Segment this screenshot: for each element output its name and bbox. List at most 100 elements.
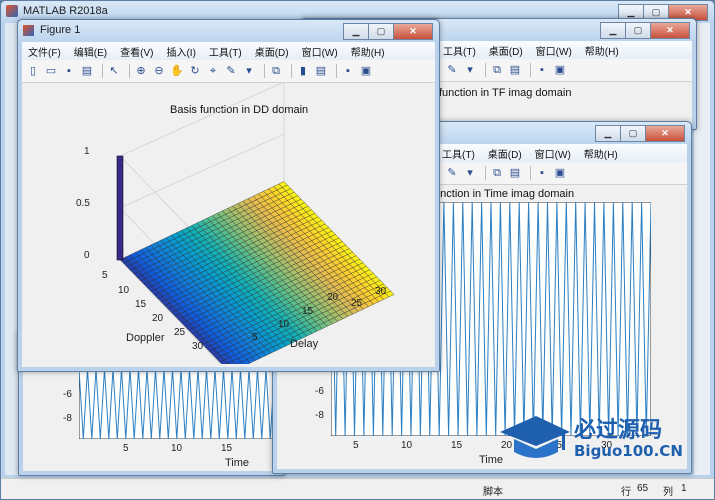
pointer-icon[interactable]: ↖: [107, 64, 121, 78]
menu-tools[interactable]: 工具(T): [209, 44, 242, 59]
figure1-toolbar: ▯ ▭ ▪ ▤ ↖ ⊕ ⊖ ✋ ↻ ⌖ ✎ ▾ ⧉ ▮ ▤ ▪ ▣: [22, 60, 435, 83]
maximize-button[interactable]: ▢: [368, 23, 393, 40]
x-tick: 5: [123, 443, 129, 454]
matlab-app-icon: [6, 5, 18, 17]
col-value: 1: [681, 483, 687, 494]
dock-icon[interactable]: ▣: [359, 64, 373, 78]
watermark-logo: 必过源码 Biguo100.CN: [498, 408, 708, 466]
menu-help[interactable]: 帮助(H): [351, 44, 385, 59]
x-tick: 15: [451, 440, 463, 451]
bottom-left-plot: [79, 369, 283, 439]
separator: [102, 64, 103, 78]
doppler-axis-label: Doppler: [126, 332, 165, 344]
matlab-title: MATLAB R2018a: [23, 5, 108, 17]
figure1-title: Figure 1: [40, 24, 81, 36]
separator: [129, 64, 130, 78]
legend-icon[interactable]: ▤: [508, 63, 522, 77]
colorbar-icon[interactable]: ▮: [296, 64, 310, 78]
legend-icon[interactable]: ▤: [508, 166, 522, 180]
x-tick: 10: [401, 440, 413, 451]
menu-view[interactable]: 查看(V): [120, 44, 153, 59]
hide-tools-icon[interactable]: ▪: [341, 64, 355, 78]
new-figure-icon[interactable]: ▯: [26, 64, 40, 78]
y-tick: -8: [315, 410, 324, 421]
minimize-button[interactable]: ▁: [595, 125, 620, 142]
dock-icon[interactable]: ▣: [553, 63, 567, 77]
delay-axis-label: Delay: [290, 338, 319, 350]
x-axis-label: Time: [225, 457, 250, 469]
open-folder-icon[interactable]: ▭: [44, 64, 58, 78]
doppler-tick: 30: [192, 341, 204, 352]
legend-icon[interactable]: ▤: [314, 64, 328, 78]
close-button[interactable]: ✕: [393, 23, 433, 40]
menu-desktop[interactable]: 桌面(D): [489, 43, 523, 58]
brush-icon[interactable]: ✎: [445, 166, 459, 180]
maximize-button[interactable]: ▢: [620, 125, 645, 142]
z-tick: 0.5: [76, 198, 90, 209]
peak-bar: [116, 155, 124, 261]
hide-tools-icon[interactable]: ▪: [535, 166, 549, 180]
y-tick: -6: [63, 389, 72, 400]
link-icon[interactable]: ⧉: [490, 63, 504, 77]
menu-tools[interactable]: 工具(T): [442, 146, 475, 161]
separator: [336, 64, 337, 78]
menu-window[interactable]: 窗口(W): [535, 146, 571, 161]
print-icon[interactable]: ▤: [80, 64, 94, 78]
doppler-tick: 25: [174, 327, 186, 338]
doppler-tick: 10: [118, 285, 130, 296]
link-icon[interactable]: ⧉: [269, 64, 283, 78]
rotate-icon[interactable]: ↻: [188, 64, 202, 78]
menu-insert[interactable]: 插入(I): [166, 44, 195, 59]
data-cursor-icon[interactable]: ⌖: [206, 64, 220, 78]
watermark-line2: Biguo100.CN: [574, 442, 683, 460]
delay-tick: 15: [302, 306, 314, 317]
close-button[interactable]: ✕: [645, 125, 685, 142]
menu-tools[interactable]: 工具(T): [443, 43, 476, 58]
menu-file[interactable]: 文件(F): [28, 44, 61, 59]
col-label: 列: [663, 487, 673, 498]
z-tick: 1: [84, 146, 90, 157]
doppler-tick: 5: [102, 270, 108, 281]
delay-tick: 25: [351, 298, 363, 309]
matlab-statusbar: 脚本 行 65 列 1: [1, 478, 714, 499]
hide-tools-icon[interactable]: ▪: [535, 63, 549, 77]
zoom-in-icon[interactable]: ⊕: [134, 64, 148, 78]
dropdown-icon[interactable]: ▾: [463, 63, 477, 77]
delay-tick: 10: [278, 319, 290, 330]
menu-edit[interactable]: 编辑(E): [74, 44, 107, 59]
row-label: 行: [621, 487, 631, 498]
menu-help[interactable]: 帮助(H): [585, 43, 619, 58]
figure-icon: [23, 25, 34, 36]
dd-surface-plot: [116, 82, 395, 364]
brush-icon[interactable]: ✎: [224, 64, 238, 78]
save-icon[interactable]: ▪: [62, 64, 76, 78]
plot-title: function in Time imag domain: [431, 188, 575, 200]
figure1-titlebar: Figure 1 ▁ ▢ ✕: [18, 20, 439, 42]
pan-icon[interactable]: ✋: [170, 64, 184, 78]
y-tick: -8: [63, 413, 72, 424]
separator: [485, 166, 486, 180]
minimize-button[interactable]: ▁: [343, 23, 368, 40]
doppler-tick: 20: [152, 313, 164, 324]
x-tick: 10: [171, 443, 183, 454]
zoom-out-icon[interactable]: ⊖: [152, 64, 166, 78]
separator: [530, 166, 531, 180]
script-label: 脚本: [483, 487, 503, 498]
link-icon[interactable]: ⧉: [490, 166, 504, 180]
x-tick: 5: [353, 440, 359, 451]
separator: [264, 64, 265, 78]
dropdown-icon[interactable]: ▾: [242, 64, 256, 78]
minimize-button[interactable]: ▁: [600, 22, 625, 39]
dock-icon[interactable]: ▣: [553, 166, 567, 180]
graduation-cap-icon: [500, 416, 570, 458]
row-value: 65: [637, 483, 649, 494]
maximize-button[interactable]: ▢: [625, 22, 650, 39]
dropdown-icon[interactable]: ▾: [463, 166, 477, 180]
menu-help[interactable]: 帮助(H): [584, 146, 618, 161]
menu-window[interactable]: 窗口(W): [302, 44, 338, 59]
close-button[interactable]: ✕: [650, 22, 690, 39]
menu-desktop[interactable]: 桌面(D): [488, 146, 522, 161]
brush-icon[interactable]: ✎: [445, 63, 459, 77]
menu-window[interactable]: 窗口(W): [536, 43, 572, 58]
menu-desktop[interactable]: 桌面(D): [255, 44, 289, 59]
